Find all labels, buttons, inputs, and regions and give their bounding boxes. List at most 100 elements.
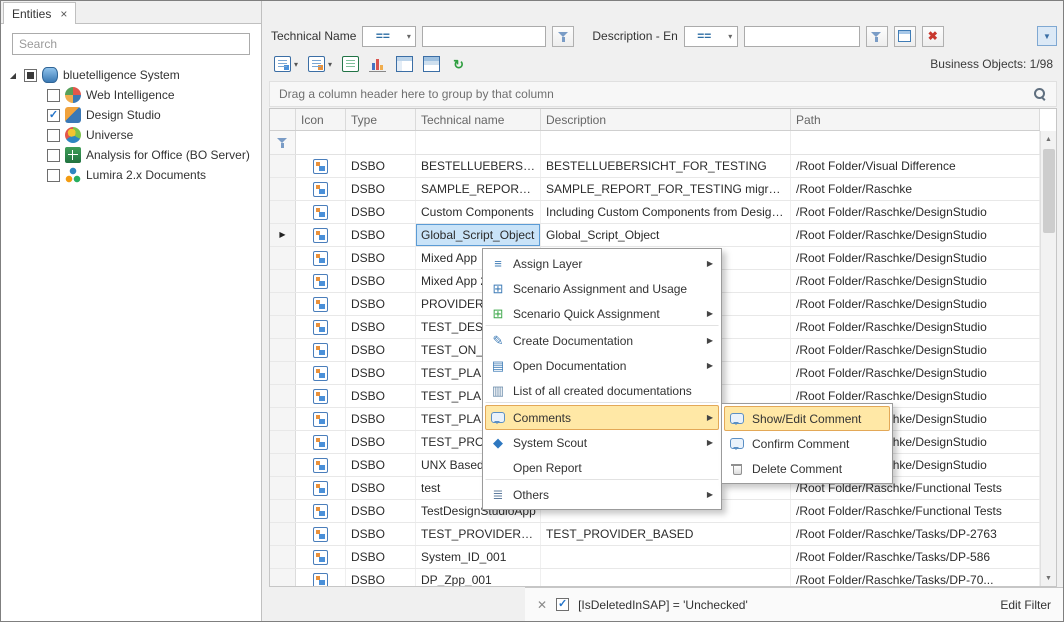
edit-filter-button[interactable]: Edit Filter — [1000, 598, 1051, 612]
dropdown-caret-icon[interactable]: ▾ — [328, 60, 332, 69]
cell-path[interactable]: /Root Folder/Raschke/Tasks/DP-2763 — [791, 523, 1040, 545]
menu-item[interactable]: ▤ Open Documentation ▶ — [485, 353, 719, 378]
remove-filter-icon[interactable]: ✕ — [537, 598, 547, 612]
cell-technical-name[interactable]: SAMPLE_REPORT_FOR_TESTING — [416, 178, 541, 200]
cell-path[interactable]: /Root Folder/Raschke/Tasks/DP-586 — [791, 546, 1040, 568]
apply-filter-button[interactable] — [866, 26, 888, 47]
menu-item[interactable]: Open Report ▶ — [485, 455, 719, 480]
filter-cell[interactable] — [296, 131, 346, 154]
filter-cell[interactable] — [791, 131, 1040, 154]
column-header-path[interactable]: Path — [791, 109, 1040, 130]
checkbox[interactable]: ✓ — [47, 129, 60, 142]
cell-path[interactable]: /Root Folder/Raschke/DesignStudio — [791, 316, 1040, 338]
cell-description[interactable]: BESTELLUEBERSICHT_FOR_TESTING — [541, 155, 791, 177]
cell-type[interactable]: DSBO — [346, 431, 416, 453]
submenu-item[interactable]: Confirm Comment — [724, 431, 890, 456]
cell-path[interactable]: /Root Folder/Raschke/DesignStudio — [791, 339, 1040, 361]
submenu-item[interactable]: Delete Comment — [724, 456, 890, 481]
table-row[interactable]: ▶ DSBO Global_Script_Object Global_Scrip… — [270, 224, 1040, 247]
cell-type[interactable]: DSBO — [346, 500, 416, 522]
cell-type[interactable]: DSBO — [346, 339, 416, 361]
table-row[interactable]: ▶ DSBO System_ID_001 /Root Folder/Raschk… — [270, 546, 1040, 569]
cell-type[interactable]: DSBO — [346, 408, 416, 430]
menu-item[interactable]: ⊞ Scenario Quick Assignment ▶ — [485, 301, 719, 326]
collapse-filter-button[interactable]: ▼ — [1037, 26, 1057, 46]
cell-type[interactable]: DSBO — [346, 293, 416, 315]
tree-item[interactable]: ✓ Analysis for Office (BO Server) — [7, 145, 261, 165]
cell-type[interactable]: DSBO — [346, 270, 416, 292]
cell-type[interactable]: DSBO — [346, 155, 416, 177]
cell-description[interactable] — [541, 546, 791, 568]
column-header-description[interactable]: Description — [541, 109, 791, 130]
cell-path[interactable]: /Root Folder/Raschke/DesignStudio — [791, 201, 1040, 223]
cell-description[interactable] — [541, 569, 791, 586]
cell-type[interactable]: DSBO — [346, 201, 416, 223]
menu-item[interactable]: ✎ Create Documentation ▶ — [485, 328, 719, 353]
toolbar-button[interactable]: ▾ — [305, 52, 335, 76]
filter-value1-input[interactable] — [422, 26, 546, 47]
vertical-scrollbar[interactable]: ▲ ▼ — [1040, 131, 1056, 586]
filter-value2-input[interactable] — [744, 26, 860, 47]
cell-path[interactable]: /Root Folder/Raschke/Tasks/DP-70... — [791, 569, 1040, 586]
scroll-up-icon[interactable]: ▲ — [1041, 131, 1057, 147]
table-row[interactable]: ▶ DSBO Custom Components Including Custo… — [270, 201, 1040, 224]
cell-path[interactable]: /Root Folder/Raschke/DesignStudio — [791, 224, 1040, 246]
cell-path[interactable]: /Root Folder/Raschke/DesignStudio — [791, 270, 1040, 292]
dropdown-caret-icon[interactable]: ▾ — [724, 32, 737, 41]
scroll-down-icon[interactable]: ▼ — [1041, 570, 1057, 586]
cell-description[interactable]: Global_Script_Object — [541, 224, 791, 246]
cell-type[interactable]: DSBO — [346, 454, 416, 476]
menu-item[interactable]: ▥ List of all created documentations ▶ — [485, 378, 719, 403]
cell-type[interactable]: DSBO — [346, 362, 416, 384]
cell-technical-name[interactable]: Global_Script_Object — [416, 224, 541, 246]
toolbar-button[interactable]: ▾ — [420, 52, 443, 76]
cell-technical-name[interactable]: DP_Zpp_001 — [416, 569, 541, 586]
dropdown-caret-icon[interactable]: ▾ — [402, 32, 415, 41]
checkbox[interactable]: ✓ — [24, 69, 37, 82]
cell-description[interactable]: TEST_PROVIDER_BASED — [541, 523, 791, 545]
cell-technical-name[interactable]: TEST_PROVIDER_BASED — [416, 523, 541, 545]
cell-type[interactable]: DSBO — [346, 569, 416, 586]
scrollbar-thumb[interactable] — [1043, 149, 1055, 233]
customize-filter-button[interactable] — [894, 26, 916, 47]
tree-item[interactable]: ✓ Universe — [7, 125, 261, 145]
filter-operator1-select[interactable]: == ▾ — [362, 26, 416, 47]
menu-item[interactable]: Comments ▶ — [485, 405, 719, 430]
cell-technical-name[interactable]: BESTELLUEBERSICHT_FOR_TESTING — [416, 155, 541, 177]
checkbox[interactable]: ✓ — [47, 89, 60, 102]
cell-path[interactable]: /Root Folder/Visual Difference — [791, 155, 1040, 177]
menu-item[interactable]: ≣ Others ▶ — [485, 482, 719, 507]
cell-type[interactable]: DSBO — [346, 385, 416, 407]
close-icon[interactable]: × — [60, 8, 67, 20]
checkbox[interactable]: ✓ — [47, 109, 60, 122]
cell-path[interactable]: /Root Folder/Raschke — [791, 178, 1040, 200]
toolbar-button[interactable]: ▾ — [271, 52, 301, 76]
cell-type[interactable]: DSBO — [346, 546, 416, 568]
tree-item-root[interactable]: ◢ ✓ bluetelligence System — [7, 65, 261, 85]
dropdown-caret-icon[interactable]: ▾ — [294, 60, 298, 69]
cell-type[interactable]: DSBO — [346, 178, 416, 200]
cell-technical-name[interactable]: Custom Components — [416, 201, 541, 223]
cell-description[interactable]: Including Custom Components from Design … — [541, 201, 791, 223]
cell-type[interactable]: DSBO — [346, 224, 416, 246]
menu-item[interactable]: ⊞ Scenario Assignment and Usage ▶ — [485, 276, 719, 301]
filter-cell[interactable] — [541, 131, 791, 154]
column-header-type[interactable]: Type — [346, 109, 416, 130]
expander-icon[interactable]: ◢ — [7, 71, 19, 80]
search-input[interactable] — [12, 33, 250, 55]
table-row[interactable]: ▶ DSBO DP_Zpp_001 /Root Folder/Raschke/T… — [270, 569, 1040, 586]
cell-type[interactable]: DSBO — [346, 477, 416, 499]
filter-active-checkbox[interactable]: ✓ — [556, 598, 569, 611]
filter-operator2-select[interactable]: == ▾ — [684, 26, 738, 47]
table-row[interactable]: ▶ DSBO TEST_PROVIDER_BASED TEST_PROVIDER… — [270, 523, 1040, 546]
cell-description[interactable]: SAMPLE_REPORT_FOR_TESTING migrated to sa… — [541, 178, 791, 200]
checkbox[interactable]: ✓ — [47, 169, 60, 182]
filter-edit-button[interactable] — [552, 26, 574, 47]
filter-cell[interactable] — [346, 131, 416, 154]
toolbar-button[interactable]: ▾ — [366, 52, 389, 76]
cell-type[interactable]: DSBO — [346, 247, 416, 269]
tree-item[interactable]: ✓ Lumira 2.x Documents — [7, 165, 261, 185]
cell-path[interactable]: /Root Folder/Raschke/Functional Tests — [791, 500, 1040, 522]
cell-type[interactable]: DSBO — [346, 316, 416, 338]
checkbox[interactable]: ✓ — [47, 149, 60, 162]
